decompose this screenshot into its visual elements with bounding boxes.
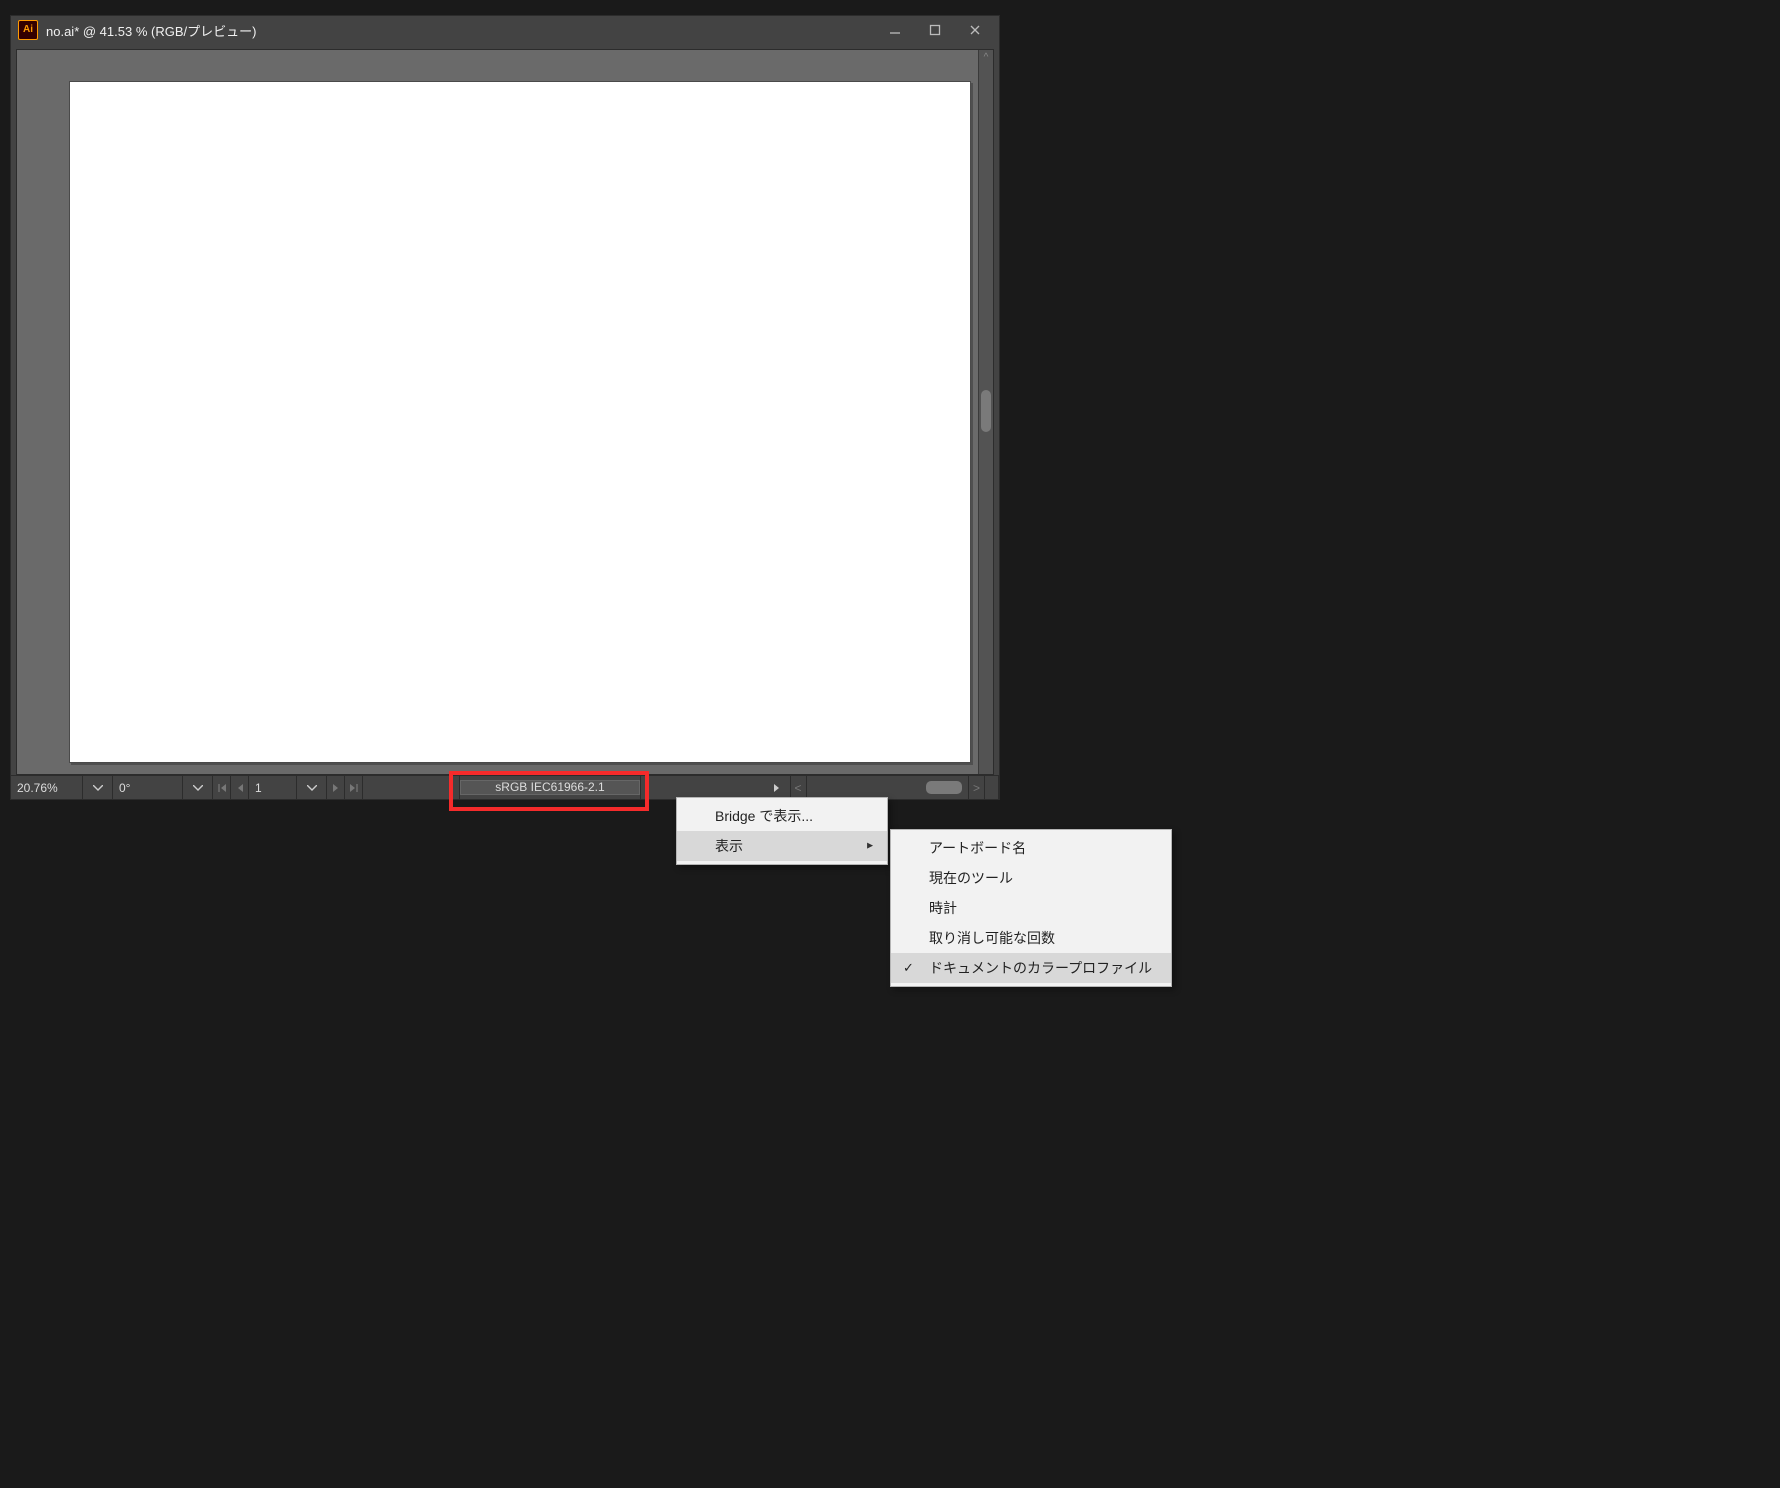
submenu-item-color-profile[interactable]: ✓ ドキュメントのカラープロファイル xyxy=(891,953,1171,983)
chevron-down-icon xyxy=(193,785,203,791)
artboard-number: 1 xyxy=(255,781,262,795)
menu-item-label: ドキュメントのカラープロファイル xyxy=(929,958,1152,978)
next-artboard-button[interactable] xyxy=(327,776,345,799)
menu-item-label: 時計 xyxy=(929,898,957,918)
menu-item-label: Bridge で表示... xyxy=(715,806,813,826)
artboard-number-field[interactable]: 1 xyxy=(249,776,297,799)
submenu-item-artboard-name[interactable]: アートボード名 xyxy=(891,833,1171,863)
submenu-item-undo-count[interactable]: 取り消し可能な回数 xyxy=(891,923,1171,953)
rotation-field[interactable]: 0° xyxy=(113,776,183,799)
illustrator-document-window: Ai no.ai* @ 41.53 % (RGB/プレビュー) ^ 20.76% xyxy=(10,15,1000,800)
app-icon: Ai xyxy=(18,20,38,40)
artboard[interactable] xyxy=(69,81,971,763)
hscroll-right[interactable]: > xyxy=(969,776,985,799)
close-button[interactable] xyxy=(955,18,995,42)
menu-item-label: 現在のツール xyxy=(929,868,1013,888)
submenu-item-clock[interactable]: 時計 xyxy=(891,893,1171,923)
status-flyout-menu: Bridge で表示... 表示 ► xyxy=(676,797,888,865)
menu-item-label: アートボード名 xyxy=(929,838,1026,858)
minimize-button[interactable] xyxy=(875,18,915,42)
vscroll-thumb[interactable] xyxy=(981,390,991,432)
app-icon-text: Ai xyxy=(23,25,33,35)
hscroll-thumb[interactable] xyxy=(926,781,962,794)
chevron-down-icon xyxy=(93,785,103,791)
menu-item-show[interactable]: 表示 ► xyxy=(677,831,887,861)
rotation-dropdown[interactable] xyxy=(183,776,213,799)
window-controls xyxy=(875,18,995,42)
zoom-dropdown[interactable] xyxy=(83,776,113,799)
resize-grip-icon[interactable] xyxy=(985,776,999,799)
document-title: no.ai* @ 41.53 % (RGB/プレビュー) xyxy=(46,21,875,40)
artboard-dropdown[interactable] xyxy=(297,776,327,799)
vertical-scrollbar[interactable]: ^ xyxy=(978,50,993,774)
status-show-submenu: アートボード名 現在のツール 時計 取り消し可能な回数 ✓ ドキュメントのカラー… xyxy=(890,829,1172,987)
document-viewport: ^ xyxy=(16,49,994,775)
maximize-button[interactable] xyxy=(915,18,955,42)
menu-item-label: 取り消し可能な回数 xyxy=(929,928,1055,948)
rotation-value: 0° xyxy=(119,781,130,795)
hscroll-left[interactable]: < xyxy=(791,776,807,799)
last-artboard-button[interactable] xyxy=(345,776,363,799)
color-profile-readout: sRGB IEC61966-2.1 xyxy=(460,780,640,795)
zoom-value: 20.76% xyxy=(17,781,58,795)
submenu-arrow-icon: ► xyxy=(865,841,875,852)
check-icon: ✓ xyxy=(903,960,914,976)
horizontal-scrollbar[interactable] xyxy=(807,776,970,799)
titlebar: Ai no.ai* @ 41.53 % (RGB/プレビュー) xyxy=(11,16,999,44)
first-artboard-button[interactable] xyxy=(213,776,231,799)
canvas[interactable] xyxy=(17,50,978,774)
prev-artboard-button[interactable] xyxy=(231,776,249,799)
submenu-item-current-tool[interactable]: 現在のツール xyxy=(891,863,1171,893)
status-info-display[interactable]: sRGB IEC61966-2.1 xyxy=(459,776,641,799)
chevron-down-icon xyxy=(307,785,317,791)
status-menu-button[interactable] xyxy=(765,776,791,799)
scroll-up-icon[interactable]: ^ xyxy=(979,50,993,64)
zoom-field[interactable]: 20.76% xyxy=(11,776,83,799)
statusbar: 20.76% 0° 1 xyxy=(11,775,999,799)
menu-item-bridge[interactable]: Bridge で表示... xyxy=(677,801,887,831)
menu-item-label: 表示 xyxy=(715,836,743,856)
